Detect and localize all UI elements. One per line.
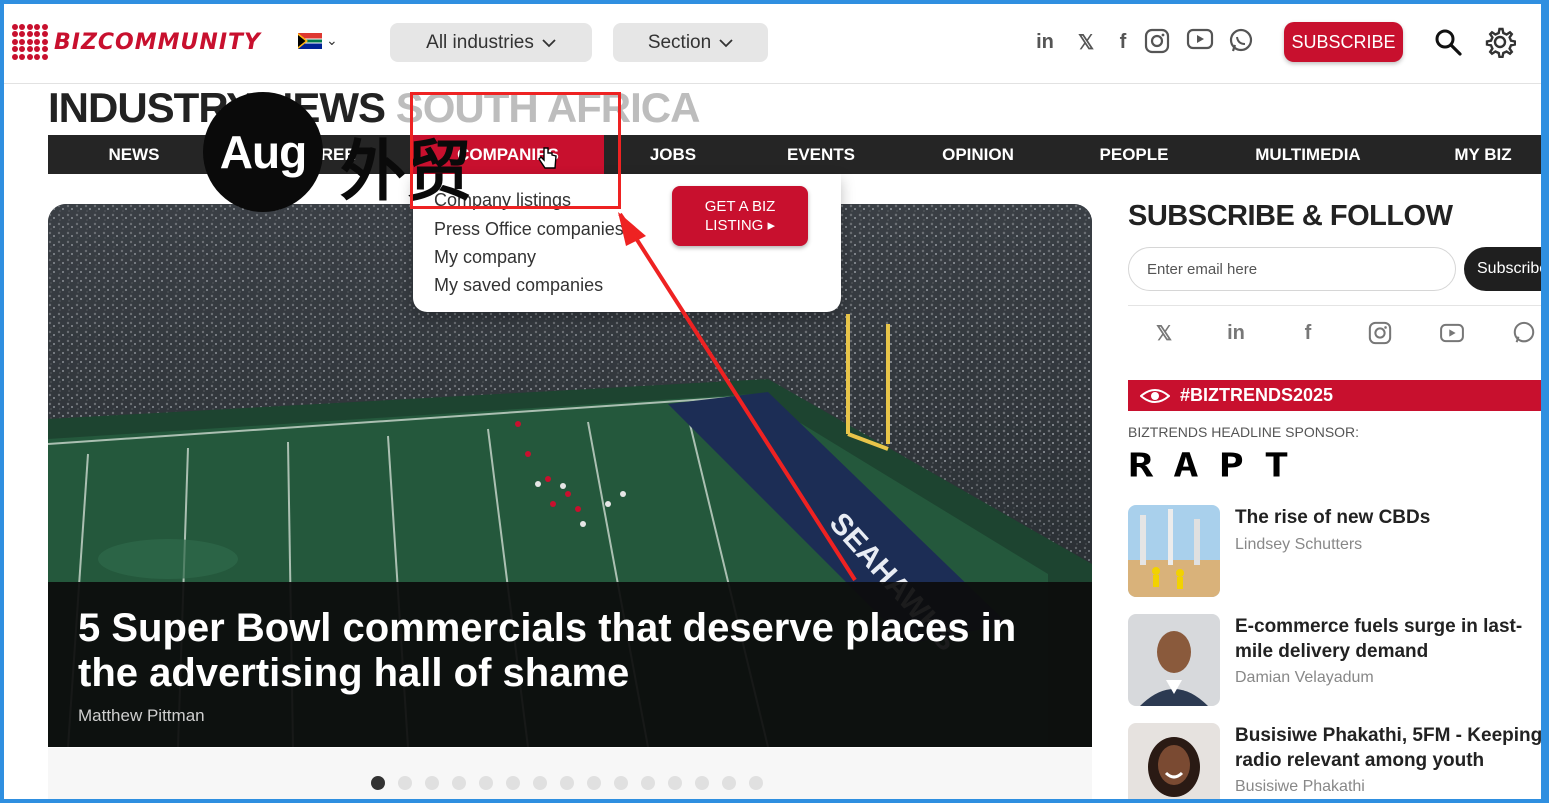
carousel-dot[interactable] xyxy=(668,776,682,790)
story-item[interactable]: Busisiwe Phakathi, 5FM - Keeping radio r… xyxy=(1128,723,1549,803)
carousel-dot[interactable] xyxy=(425,776,439,790)
sponsor-label: BIZTRENDS HEADLINE SPONSOR: xyxy=(1128,424,1360,440)
story-thumbnail xyxy=(1128,723,1220,803)
watermark-badge: Aug xyxy=(203,92,323,212)
story-title[interactable]: Busisiwe Phakathi, 5FM - Keeping radio r… xyxy=(1235,723,1545,773)
menu-item-press-office-companies[interactable]: Press Office companies xyxy=(434,219,624,240)
search-icon[interactable] xyxy=(1434,28,1462,56)
nav-multimedia[interactable]: MULTIMEDIA xyxy=(1238,135,1378,174)
sidebar-subscribe-button[interactable]: Subscribe xyxy=(1464,247,1549,291)
story-title[interactable]: The rise of new CBDs xyxy=(1235,505,1545,530)
hero-author[interactable]: Matthew Pittman xyxy=(78,706,205,726)
email-input[interactable] xyxy=(1128,247,1456,291)
eye-icon xyxy=(1140,389,1170,403)
nav-events[interactable]: EVENTS xyxy=(766,135,876,174)
carousel-dot[interactable] xyxy=(479,776,493,790)
carousel-dot[interactable] xyxy=(398,776,412,790)
carousel-dot[interactable] xyxy=(695,776,709,790)
section-label: Section xyxy=(647,31,712,53)
all-industries-label: All industries xyxy=(426,31,534,53)
carousel-dot[interactable] xyxy=(371,776,385,790)
hand-cursor-icon xyxy=(538,147,557,169)
x-icon[interactable]: 𝕏 xyxy=(1150,319,1178,347)
biztrends-banner[interactable]: #BIZTRENDS2025 xyxy=(1128,380,1541,411)
story-thumbnail xyxy=(1128,614,1220,706)
story-thumbnail xyxy=(1128,505,1220,597)
nav-opinion[interactable]: OPINION xyxy=(918,135,1038,174)
nav-news[interactable]: NEWS xyxy=(82,135,186,174)
carousel-dot[interactable] xyxy=(560,776,574,790)
carousel-dot[interactable] xyxy=(587,776,601,790)
carousel-dot[interactable] xyxy=(749,776,763,790)
get-biz-listing-line2: LISTING ▸ xyxy=(704,217,776,234)
facebook-icon[interactable]: f xyxy=(1294,319,1322,347)
story-title[interactable]: E-commerce fuels surge in last-mile deli… xyxy=(1235,614,1545,664)
menu-item-my-saved-companies[interactable]: My saved companies xyxy=(434,275,603,296)
story-item[interactable]: E-commerce fuels surge in last-mile deli… xyxy=(1128,614,1549,706)
carousel-dot[interactable] xyxy=(722,776,736,790)
rapt-sponsor-logo[interactable]: RAPT xyxy=(1128,446,1309,484)
story-author[interactable]: Busisiwe Phakathi xyxy=(1235,778,1365,796)
chevron-down-icon[interactable]: ⌄ xyxy=(326,32,338,49)
south-africa-flag-icon[interactable] xyxy=(298,33,322,49)
top-header: BIZCOMMUNITY ⌄ All industries Section in… xyxy=(0,0,1549,84)
whatsapp-icon[interactable] xyxy=(1510,319,1538,347)
whatsapp-icon[interactable] xyxy=(1228,28,1254,54)
annotation-highlight-box xyxy=(410,92,621,209)
linkedin-icon[interactable]: in xyxy=(1031,28,1059,56)
instagram-icon[interactable] xyxy=(1144,28,1170,54)
chevron-down-icon xyxy=(719,38,733,47)
logo-text: BIZCOMMUNITY xyxy=(54,29,261,55)
get-biz-listing-line1: GET A BIZ xyxy=(704,198,776,215)
youtube-icon[interactable] xyxy=(1186,28,1214,50)
youtube-icon[interactable] xyxy=(1438,319,1466,347)
section-dropdown[interactable]: Section xyxy=(613,23,768,62)
biztrends-label: #BIZTRENDS2025 xyxy=(1180,385,1334,405)
nav-my-biz[interactable]: MY BIZ xyxy=(1433,135,1533,174)
menu-item-my-company[interactable]: My company xyxy=(434,247,536,268)
subscribe-button[interactable]: SUBSCRIBE xyxy=(1284,22,1403,62)
carousel-dot[interactable] xyxy=(641,776,655,790)
hero-headline[interactable]: 5 Super Bowl commercials that deserve pl… xyxy=(78,606,1038,696)
bizcommunity-logo[interactable]: BIZCOMMUNITY xyxy=(12,24,261,60)
subscribe-follow-heading: SUBSCRIBE & FOLLOW xyxy=(1128,200,1453,232)
chevron-down-icon xyxy=(542,38,556,47)
logo-dots-icon xyxy=(12,24,48,60)
instagram-icon[interactable] xyxy=(1366,319,1394,347)
x-icon[interactable]: 𝕏 xyxy=(1072,28,1100,56)
story-item[interactable]: The rise of new CBDs Lindsey Schutters xyxy=(1128,505,1549,597)
nav-jobs[interactable]: JOBS xyxy=(618,135,728,174)
story-author[interactable]: Damian Velayadum xyxy=(1235,669,1374,687)
gear-icon[interactable] xyxy=(1484,26,1516,58)
facebook-icon[interactable]: f xyxy=(1109,28,1137,56)
linkedin-icon[interactable]: in xyxy=(1222,319,1250,347)
carousel-dot[interactable] xyxy=(506,776,520,790)
get-biz-listing-button[interactable]: GET A BIZ LISTING ▸ xyxy=(672,186,808,246)
carousel-dot[interactable] xyxy=(452,776,466,790)
carousel-dots xyxy=(371,776,763,790)
all-industries-dropdown[interactable]: All industries xyxy=(390,23,592,62)
carousel-dot[interactable] xyxy=(614,776,628,790)
divider xyxy=(1128,305,1541,306)
carousel-dot[interactable] xyxy=(533,776,547,790)
story-author[interactable]: Lindsey Schutters xyxy=(1235,536,1362,554)
nav-people[interactable]: PEOPLE xyxy=(1078,135,1190,174)
